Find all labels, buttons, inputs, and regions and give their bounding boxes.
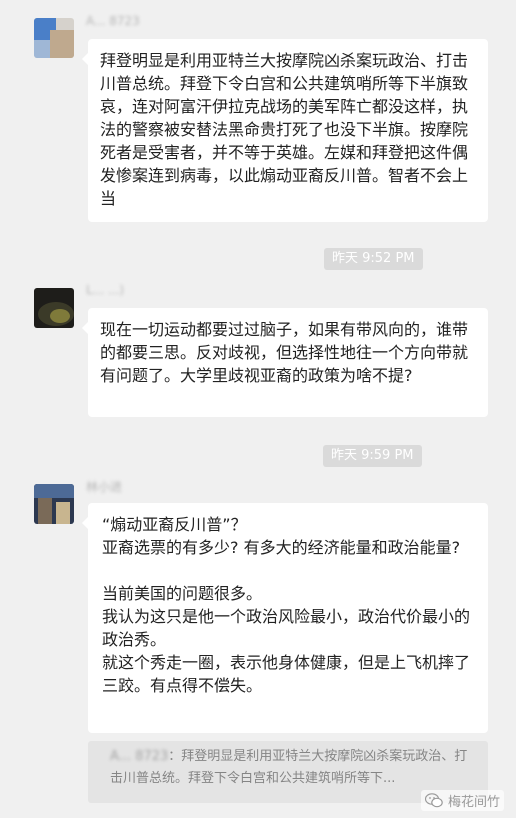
message-text: 拜登明显是利用亚特兰大按摩院凶杀案玩政治、打击川普总统。拜登下令白宫和公共建筑哨…	[100, 51, 469, 208]
message-line: 我认为这只是他一个政治风险最小，政治代价最小的政治秀。	[102, 607, 471, 649]
watermark: 梅花间竹	[420, 790, 504, 811]
watermark-text: 梅花间竹	[447, 795, 500, 810]
message-line: 就这个秀走一圈，表示他身体健康，但是上飞机摔了三跤。有点得不偿失。	[102, 653, 471, 695]
quoted-sender: A... 8723	[110, 749, 169, 764]
wechat-icon	[424, 793, 443, 808]
timestamp: 昨天 9:59 PM	[323, 445, 422, 467]
sender-name: 林小进	[86, 480, 123, 494]
timestamp: 昨天 9:52 PM	[324, 248, 423, 270]
message-bubble[interactable]: 拜登明显是利用亚特兰大按摩院凶杀案玩政治、打击川普总统。拜登下令白宫和公共建筑哨…	[82, 39, 488, 222]
message-bubble[interactable]: 现在一切运动都要过过脑子，如果有带风向的，谁带的都要三思。反对歧视，但选择性地往…	[82, 308, 488, 417]
message-line-blank	[102, 559, 474, 582]
sender-name: L... ...)	[86, 283, 125, 297]
sender-name: A... 8723	[86, 14, 140, 28]
avatar[interactable]	[34, 288, 74, 328]
message-line: 当前美国的问题很多。	[102, 584, 263, 603]
message-bubble[interactable]: “煽动亚裔反川普”？ 亚裔选票的有多少? 有多大的经济能量和政治能量? 当前美国…	[82, 503, 488, 733]
message-line: “煽动亚裔反川普”？	[102, 515, 247, 534]
message-text: 现在一切运动都要过过脑子，如果有带风向的，谁带的都要三思。反对歧视，但选择性地往…	[100, 320, 469, 385]
avatar[interactable]	[34, 484, 74, 524]
message-line: 亚裔选票的有多少? 有多大的经济能量和政治能量?	[102, 538, 461, 557]
avatar[interactable]	[34, 18, 74, 58]
